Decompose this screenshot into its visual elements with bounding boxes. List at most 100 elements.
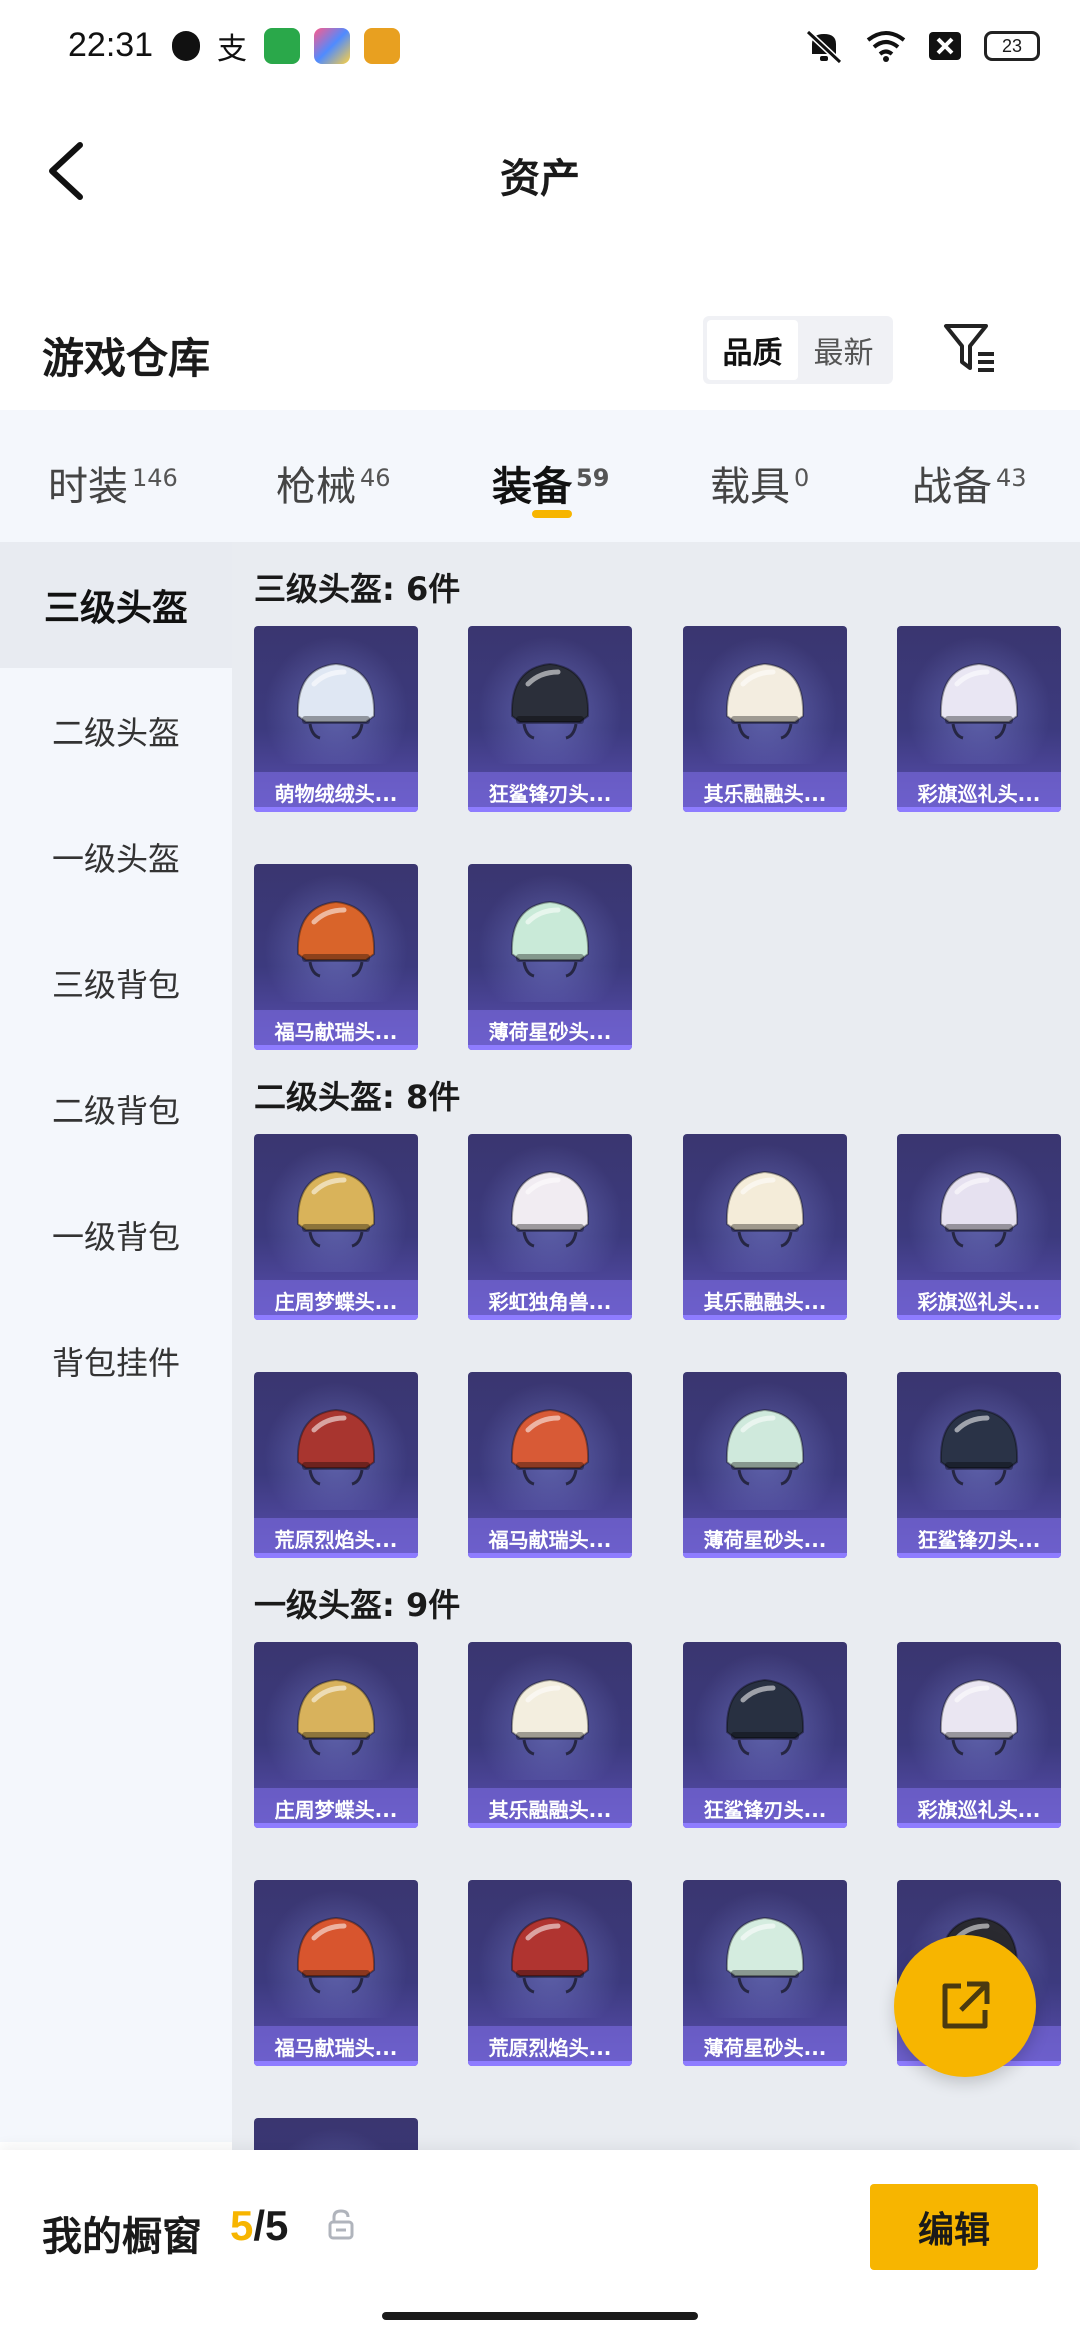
item-card[interactable]: 狂鲨锋刃头... xyxy=(897,1372,1061,1558)
item-card[interactable]: 彩旗巡礼头... xyxy=(897,1642,1061,1828)
item-name: 彩虹独角兽... xyxy=(468,1280,632,1320)
quality-bar xyxy=(683,1553,847,1558)
item-name: 荒原烈焰头... xyxy=(254,1518,418,1558)
helmet-icon xyxy=(510,1678,590,1756)
sort-option-quality[interactable]: 品质 xyxy=(707,320,798,380)
helmet-icon xyxy=(510,1916,590,1994)
sidebar-item-backpack-charm[interactable]: 背包挂件 xyxy=(0,1298,232,1424)
close-box-icon xyxy=(929,32,961,60)
item-card[interactable]: 彩旗巡礼头... xyxy=(897,626,1061,812)
tab-label: 战备 xyxy=(912,464,992,510)
item-name: 彩旗巡礼头... xyxy=(897,1280,1061,1320)
item-name: 福马献瑞头... xyxy=(254,2026,418,2066)
item-card[interactable]: 荒原烈焰头... xyxy=(254,1372,418,1558)
quality-bar xyxy=(468,1045,632,1050)
item-card[interactable]: 其乐融融头... xyxy=(468,1642,632,1828)
top-header: 资产 xyxy=(0,96,1080,246)
quality-bar xyxy=(254,1823,418,1828)
quality-bar xyxy=(468,1315,632,1320)
mute-icon xyxy=(805,29,843,64)
helmet-icon xyxy=(510,662,590,740)
item-grid: 三级头盔: 6件 二级头盔: 8件 一级头盔: 9件 萌物绒绒头... 狂鲨锋刃头… xyxy=(232,542,1080,2150)
quality-bar xyxy=(254,1045,418,1050)
quality-bar xyxy=(897,1553,1061,1558)
item-card[interactable]: 彩旗巡礼头... xyxy=(897,1134,1061,1320)
helmet-icon xyxy=(296,900,376,978)
battery-level: 23 xyxy=(984,31,1040,61)
tab-equipment[interactable]: 装备 59 xyxy=(492,454,609,512)
item-card[interactable]: 福马献瑞头... xyxy=(254,1880,418,2066)
quality-bar xyxy=(254,1553,418,1558)
tab-count: 0 xyxy=(794,463,810,492)
item-name: 狂鲨锋刃头... xyxy=(683,1788,847,1828)
sidebar-item-level3-backpack[interactable]: 三级背包 xyxy=(0,920,232,1046)
status-right-icons: 23 xyxy=(804,28,1040,64)
sidebar-item-level2-backpack[interactable]: 二级背包 xyxy=(0,1046,232,1172)
category-tabs: 时装 146 枪械 46 装备 59 载具 0 战备 43 xyxy=(0,410,1080,542)
active-tab-indicator xyxy=(532,510,572,518)
status-bar: 22:31 支 23 xyxy=(0,0,1080,96)
showcase-title: 我的橱窗 xyxy=(42,2214,202,2260)
tab-weapons[interactable]: 枪械 46 xyxy=(276,454,391,512)
item-card[interactable]: 庄周梦蝶头... xyxy=(254,1134,418,1320)
item-card[interactable]: 薄荷星砂头... xyxy=(468,864,632,1050)
helmet-icon xyxy=(296,1408,376,1486)
alipay-icon: 支 xyxy=(217,32,247,67)
section-title: 一级头盔: 9件 xyxy=(254,1586,461,1624)
share-fab-button[interactable] xyxy=(894,1935,1036,2077)
helmet-icon xyxy=(939,1678,1019,1756)
showcase-count-current: 5 xyxy=(230,2202,254,2249)
item-name: 庄周梦蝶头... xyxy=(254,1788,418,1828)
item-card[interactable]: 福马献瑞头... xyxy=(468,1372,632,1558)
filter-button[interactable] xyxy=(940,318,1000,378)
tab-count: 146 xyxy=(132,463,178,492)
item-name: 庄周梦蝶头... xyxy=(254,1280,418,1320)
helmet-icon xyxy=(510,900,590,978)
quality-bar xyxy=(897,807,1061,812)
item-name: 其乐融融头... xyxy=(468,1788,632,1828)
showcase-count-total: /5 xyxy=(253,2202,289,2249)
item-card[interactable]: 狂鲨锋刃头... xyxy=(683,1642,847,1828)
tab-supplies[interactable]: 战备 43 xyxy=(912,454,1027,512)
item-card[interactable] xyxy=(254,2118,418,2150)
section-title: 二级头盔: 8件 xyxy=(254,1078,461,1116)
edit-button[interactable]: 编辑 xyxy=(870,2184,1038,2270)
home-indicator xyxy=(382,2312,698,2320)
app-store-icon xyxy=(314,28,350,64)
status-left-icons: 支 xyxy=(172,28,400,67)
item-card[interactable]: 其乐融融头... xyxy=(683,626,847,812)
item-name: 狂鲨锋刃头... xyxy=(897,1518,1061,1558)
item-card[interactable]: 彩虹独角兽... xyxy=(468,1134,632,1320)
item-name: 狂鲨锋刃头... xyxy=(468,772,632,812)
item-card[interactable]: 薄荷星砂头... xyxy=(683,1880,847,2066)
item-card[interactable]: 庄周梦蝶头... xyxy=(254,1642,418,1828)
tab-count: 59 xyxy=(576,463,610,492)
item-card[interactable]: 萌物绒绒头... xyxy=(254,626,418,812)
item-card[interactable]: 福马献瑞头... xyxy=(254,864,418,1050)
sort-option-latest[interactable]: 最新 xyxy=(798,320,889,380)
helmet-icon xyxy=(725,1678,805,1756)
filter-icon xyxy=(944,324,994,372)
item-name: 薄荷星砂头... xyxy=(683,1518,847,1558)
item-card[interactable]: 狂鲨锋刃头... xyxy=(468,626,632,812)
quality-bar xyxy=(468,1553,632,1558)
item-name: 其乐融融头... xyxy=(683,772,847,812)
sidebar-item-level2-helmet[interactable]: 二级头盔 xyxy=(0,668,232,794)
item-name: 薄荷星砂头... xyxy=(468,1010,632,1050)
unlock-icon xyxy=(328,2209,354,2240)
item-name: 荒原烈焰头... xyxy=(468,2026,632,2066)
item-card[interactable]: 荒原烈焰头... xyxy=(468,1880,632,2066)
showcase-bar: 我的橱窗 5/5 编辑 xyxy=(0,2150,1080,2340)
sort-toggle: 品质 最新 xyxy=(703,316,893,384)
sidebar-item-level3-helmet[interactable]: 三级头盔 xyxy=(0,542,232,668)
tab-vehicles[interactable]: 载具 0 xyxy=(710,454,809,512)
helmet-icon xyxy=(286,2142,386,2150)
quality-bar xyxy=(897,1823,1061,1828)
item-card[interactable]: 其乐融融头... xyxy=(683,1134,847,1320)
item-card[interactable]: 薄荷星砂头... xyxy=(683,1372,847,1558)
sidebar-item-level1-helmet[interactable]: 一级头盔 xyxy=(0,794,232,920)
sidebar-item-level1-backpack[interactable]: 一级背包 xyxy=(0,1172,232,1298)
helmet-icon xyxy=(510,1170,590,1248)
tab-fashion[interactable]: 时装 146 xyxy=(48,454,178,512)
oppo-app-icon xyxy=(264,28,300,64)
